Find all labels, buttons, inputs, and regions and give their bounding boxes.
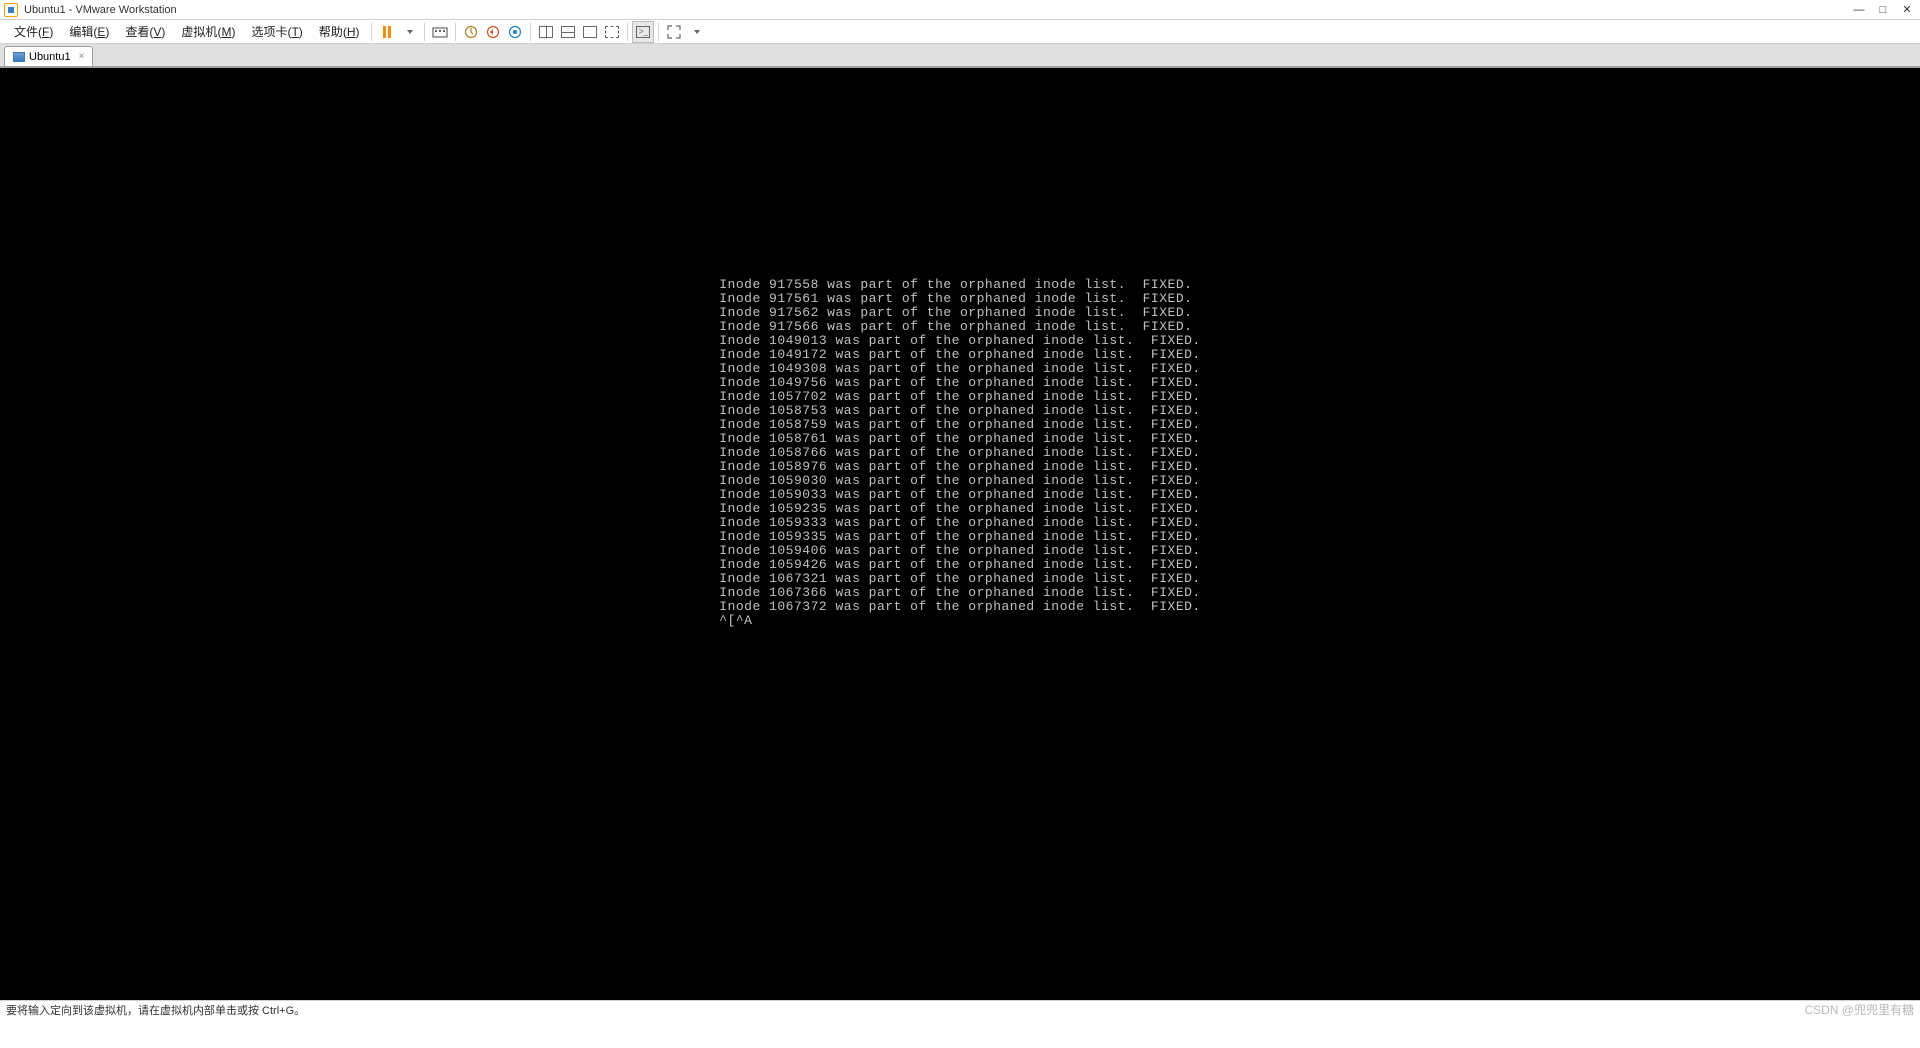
menu-separator bbox=[371, 23, 372, 41]
chevron-down-icon bbox=[407, 30, 413, 34]
revert-snapshot-button[interactable] bbox=[482, 21, 504, 43]
snapshot-tree-icon bbox=[508, 25, 522, 39]
pause-icon bbox=[383, 26, 391, 38]
status-message: 要将输入定向到该虚拟机，请在虚拟机内部单击或按 Ctrl+G。 bbox=[6, 1002, 305, 1018]
fullscreen-button[interactable] bbox=[663, 21, 685, 43]
power-dropdown[interactable] bbox=[398, 21, 420, 43]
status-bar: 要将输入定向到该虚拟机，请在虚拟机内部单击或按 Ctrl+G。 CSDN @兜兜… bbox=[0, 1000, 1920, 1018]
snapshot-button[interactable] bbox=[460, 21, 482, 43]
keyboard-icon bbox=[432, 25, 448, 39]
toolbar-separator-2 bbox=[455, 23, 456, 41]
terminal-icon: >_ bbox=[636, 26, 650, 38]
clock-icon bbox=[464, 25, 478, 39]
maximize-button[interactable]: □ bbox=[1874, 3, 1892, 17]
revert-icon bbox=[486, 25, 500, 39]
app-icon bbox=[4, 3, 18, 17]
menu-help[interactable]: 帮助(H) bbox=[311, 20, 368, 44]
show-bottombar-button[interactable] bbox=[557, 21, 579, 43]
console-output: Inode 917558 was part of the orphaned in… bbox=[719, 278, 1200, 628]
snapshot-manager-button[interactable] bbox=[504, 21, 526, 43]
minimize-button[interactable]: — bbox=[1850, 3, 1868, 17]
toolbar-separator-5 bbox=[658, 23, 659, 41]
thumbnail-icon bbox=[605, 26, 619, 38]
toolbar-separator-4 bbox=[627, 23, 628, 41]
vm-console[interactable]: Inode 917558 was part of the orphaned in… bbox=[0, 68, 1920, 1000]
menu-bar: 文件(F) 编辑(E) 查看(V) 虚拟机(M) 选项卡(T) 帮助(H) >_ bbox=[0, 20, 1920, 44]
tab-ubuntu1[interactable]: Ubuntu1 × bbox=[4, 46, 93, 66]
window-title: Ubuntu1 - VMware Workstation bbox=[24, 4, 177, 16]
menu-vm[interactable]: 虚拟机(M) bbox=[173, 20, 243, 44]
console-view-button[interactable]: >_ bbox=[632, 21, 654, 43]
toolbar-separator-1 bbox=[424, 23, 425, 41]
menu-view[interactable]: 查看(V) bbox=[117, 20, 173, 44]
close-tab-button[interactable]: × bbox=[79, 51, 85, 62]
thumbnail-button[interactable] bbox=[601, 21, 623, 43]
fullscreen-dropdown[interactable] bbox=[685, 21, 707, 43]
pause-button[interactable] bbox=[376, 21, 398, 43]
menu-file[interactable]: 文件(F) bbox=[6, 20, 61, 44]
menu-edit[interactable]: 编辑(E) bbox=[61, 20, 117, 44]
menu-tabs[interactable]: 选项卡(T) bbox=[243, 20, 310, 44]
show-sidebar-button[interactable] bbox=[535, 21, 557, 43]
toolbar-separator-3 bbox=[530, 23, 531, 41]
unity-button[interactable] bbox=[579, 21, 601, 43]
tab-bar: Ubuntu1 × bbox=[0, 44, 1920, 68]
sidebar-icon bbox=[539, 26, 553, 38]
fullscreen-icon bbox=[667, 25, 681, 39]
vm-icon bbox=[13, 52, 25, 62]
window-titlebar: Ubuntu1 - VMware Workstation — □ ✕ bbox=[0, 0, 1920, 20]
watermark: CSDN @兜兜里有糖 bbox=[1804, 1001, 1914, 1018]
send-ctrl-alt-del-button[interactable] bbox=[429, 21, 451, 43]
chevron-down-icon bbox=[694, 30, 700, 34]
bottombar-icon bbox=[561, 26, 575, 38]
close-button[interactable]: ✕ bbox=[1898, 3, 1916, 17]
tab-label: Ubuntu1 bbox=[29, 51, 71, 63]
unity-icon bbox=[583, 26, 597, 38]
